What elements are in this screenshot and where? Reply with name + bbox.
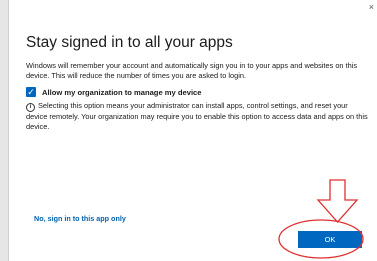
dialog-title: Stay signed in to all your apps: [26, 34, 233, 51]
allow-manage-device-checkbox-row[interactable]: ✓ Allow my organization to manage my dev…: [26, 86, 202, 98]
info-message: i Selecting this option means your admini…: [26, 101, 371, 132]
info-text: Selecting this option means your adminis…: [26, 101, 368, 131]
allow-manage-device-label[interactable]: Allow my organization to manage my devic…: [42, 88, 202, 97]
stay-signed-in-dialog: × Stay signed in to all your apps Window…: [8, 0, 377, 261]
sign-in-this-app-only-link[interactable]: No, sign in to this app only: [34, 214, 126, 223]
info-icon: i: [26, 103, 35, 112]
close-icon[interactable]: ×: [369, 2, 374, 12]
dialog-description: Windows will remember your account and a…: [26, 61, 358, 80]
ok-button[interactable]: OK: [298, 231, 362, 248]
checkbox-checked-icon[interactable]: ✓: [26, 87, 36, 97]
